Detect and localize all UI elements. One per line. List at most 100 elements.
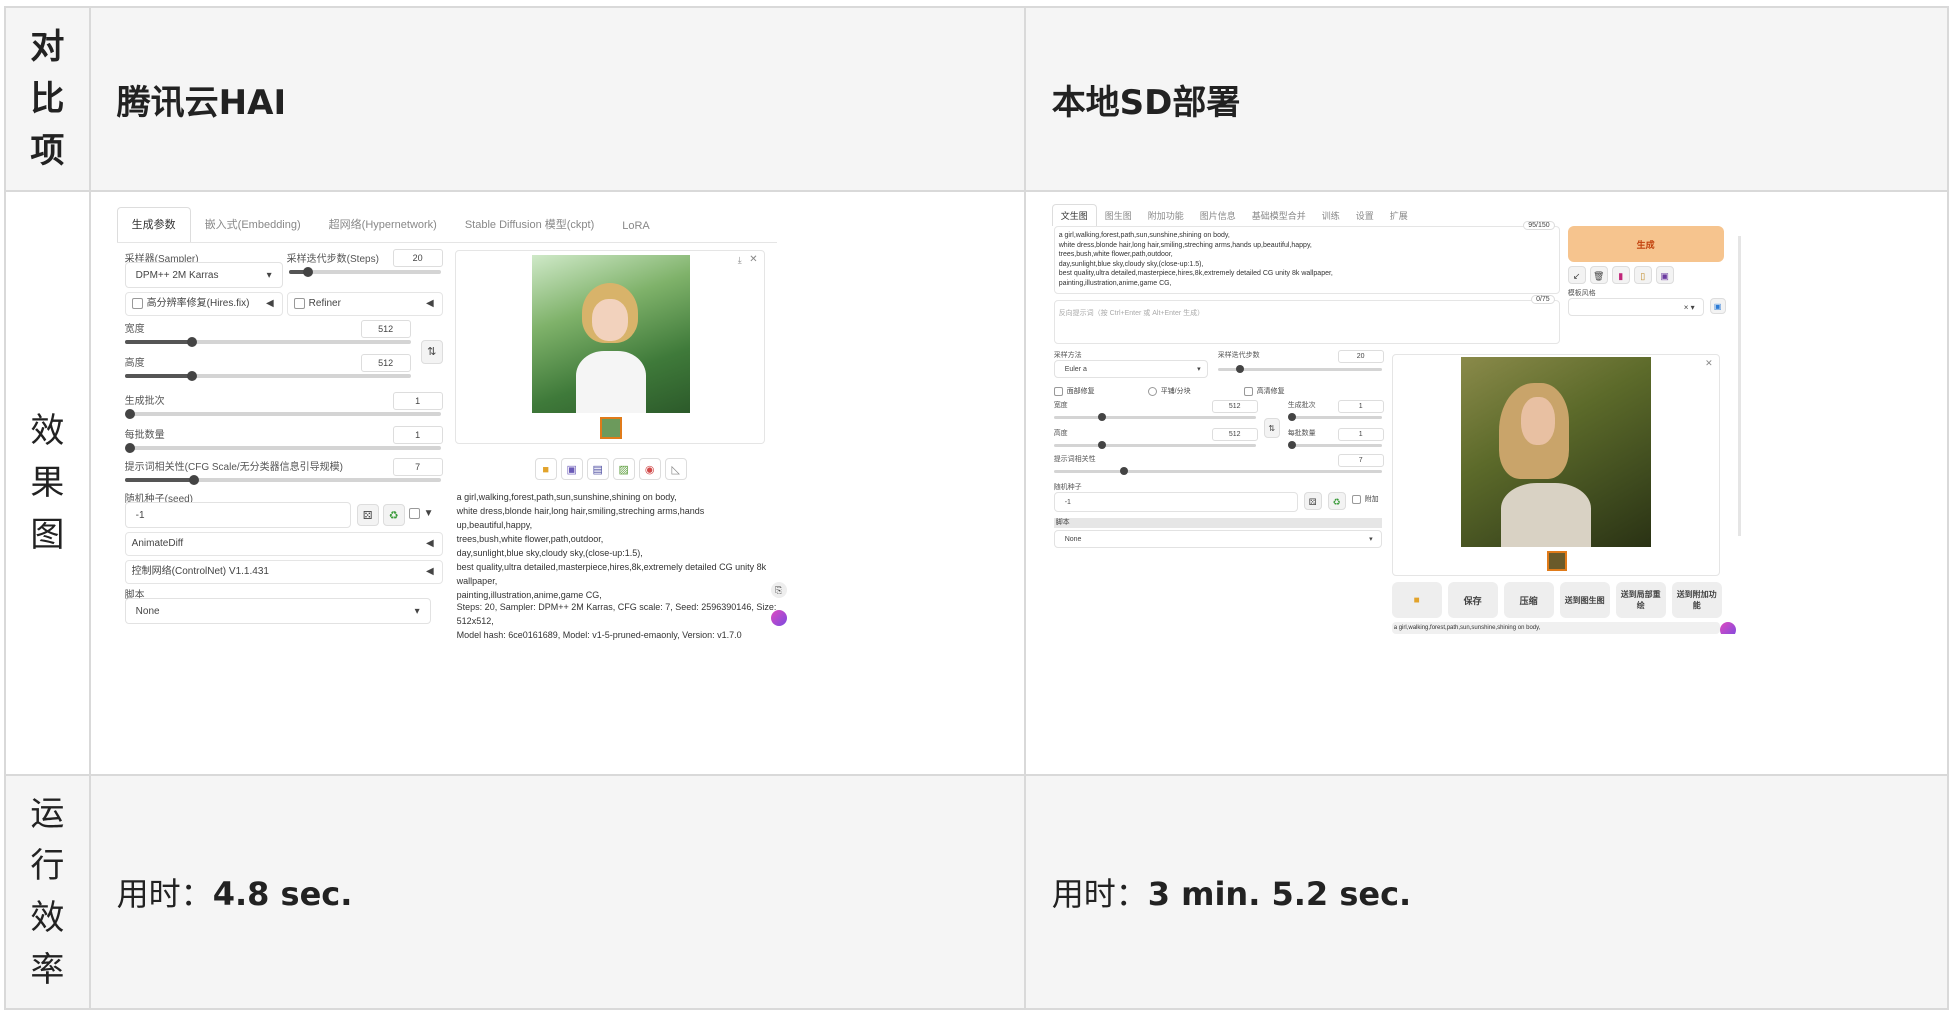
seed-input[interactable]: -1 <box>124 502 351 528</box>
script-select[interactable]: None ▾ <box>124 598 431 624</box>
animatediff-accordion[interactable]: AnimateDiff ◀ <box>124 532 443 556</box>
apply-style-button[interactable]: ▯ <box>1633 266 1652 284</box>
save-button[interactable]: ▣ <box>560 458 583 480</box>
recycle-button[interactable]: ♻ <box>1327 492 1346 510</box>
cfg-slider-knob[interactable] <box>1119 467 1128 475</box>
batch-count-slider[interactable] <box>1287 416 1382 419</box>
generated-image[interactable] <box>1460 357 1651 547</box>
send-to-extras-button[interactable]: ◺ <box>664 458 687 480</box>
extra-seed-toggle[interactable]: 附加 <box>1351 494 1379 504</box>
prompt-textarea[interactable]: a girl,walking,forest,path,sun,sunshine,… <box>1053 221 1560 294</box>
assistant-icon[interactable] <box>770 610 787 626</box>
steps-input[interactable]: 20 <box>392 249 443 267</box>
close-icon[interactable]: ✕ <box>1705 358 1713 369</box>
extra-networks-button[interactable]: ▮ <box>1611 266 1630 284</box>
zip-button[interactable]: 压缩 <box>1503 582 1554 618</box>
recycle-button[interactable]: ♻ <box>382 504 405 526</box>
batch-count-slider[interactable] <box>124 412 441 416</box>
width-slider-knob[interactable] <box>186 337 197 347</box>
thumbnail-image[interactable] <box>599 417 622 439</box>
send-to-inpaint-button[interactable]: 送到局部重绘 <box>1615 582 1666 618</box>
batch-size-slider[interactable] <box>1287 444 1382 447</box>
controlnet-accordion[interactable]: 控制网络(ControlNet) V1.1.431 ◀ <box>124 560 443 584</box>
hires-toggle[interactable]: 高清修复 <box>1243 386 1285 396</box>
send-to-img2img-button[interactable]: 送到图生图 <box>1559 582 1610 618</box>
steps-slider-knob[interactable] <box>302 267 313 277</box>
style-select[interactable]: × ▾ <box>1567 298 1704 316</box>
tab-hypernetwork[interactable]: 超网络(Hypernetwork) <box>315 216 451 242</box>
steps-input[interactable]: 20 <box>1337 350 1384 363</box>
tab-embedding[interactable]: 嵌入式(Embedding) <box>191 216 315 242</box>
height-slider-knob[interactable] <box>186 371 197 381</box>
face-restore-checkbox[interactable] <box>1053 386 1063 396</box>
width-input[interactable]: 512 <box>1211 400 1258 413</box>
swap-dimensions-button[interactable]: ⇅ <box>1263 418 1280 438</box>
batch-count-input[interactable]: 1 <box>1337 400 1384 413</box>
sampler-select[interactable]: DPM++ 2M Karras ▾ <box>124 262 283 288</box>
generate-button[interactable]: 生成 <box>1567 226 1724 262</box>
tiling-checkbox[interactable] <box>1147 386 1157 396</box>
steps-slider-knob[interactable] <box>1235 365 1244 373</box>
batch-count-slider-knob[interactable] <box>124 409 135 419</box>
tab-checkpoint[interactable]: Stable Diffusion 模型(ckpt) <box>451 216 608 242</box>
height-slider-knob[interactable] <box>1097 441 1106 449</box>
height-slider[interactable] <box>1053 444 1256 447</box>
assistant-icon[interactable] <box>1719 622 1736 634</box>
refiner-accordion[interactable]: Refiner ◀ <box>286 292 443 316</box>
scrollbar[interactable] <box>1737 236 1741 536</box>
download-icon[interactable]: ⤓ <box>738 255 742 266</box>
seed-input[interactable]: -1 <box>1053 492 1298 512</box>
swap-dimensions-button[interactable]: ⇅ <box>420 340 443 364</box>
dice-button[interactable]: ⚄ <box>356 504 379 526</box>
extra-seed-checkbox[interactable] <box>1351 494 1361 504</box>
hires-accordion[interactable]: 高分辨率修复(Hires.fix) ◀ <box>124 292 283 316</box>
tab-train[interactable]: 训练 <box>1314 209 1348 226</box>
hires-checkbox[interactable] <box>131 297 143 309</box>
cfg-slider-knob[interactable] <box>188 475 199 485</box>
tab-png-info[interactable]: 图片信息 <box>1192 209 1244 226</box>
batch-count-input[interactable]: 1 <box>392 392 443 410</box>
refresh-style-button[interactable]: ▣ <box>1709 298 1726 314</box>
tab-extensions[interactable]: 扩展 <box>1382 209 1416 226</box>
tab-extras[interactable]: 附加功能 <box>1140 209 1192 226</box>
width-input[interactable]: 512 <box>360 320 411 338</box>
send-to-inpaint-button[interactable]: ◉ <box>638 458 661 480</box>
hires-checkbox[interactable] <box>1243 386 1253 396</box>
extra-seed-checkbox[interactable] <box>408 508 420 519</box>
negative-prompt-textarea[interactable]: 反向提示词（按 Ctrl+Enter 或 Alt+Enter 生成） 0/75 <box>1053 295 1560 344</box>
height-input[interactable]: 512 <box>360 354 411 372</box>
open-folder-button[interactable]: ■ <box>1391 582 1442 618</box>
width-slider[interactable] <box>1053 416 1256 419</box>
open-folder-button[interactable]: ■ <box>534 458 557 480</box>
tiling-toggle[interactable]: 平铺/分块 <box>1147 386 1191 396</box>
zip-button[interactable]: ▤ <box>586 458 609 480</box>
refiner-checkbox[interactable] <box>293 297 305 309</box>
script-select[interactable]: None ▾ <box>1053 530 1382 548</box>
batch-size-slider-knob[interactable] <box>1287 441 1296 449</box>
save-style-button[interactable]: ▣ <box>1655 266 1674 284</box>
cfg-slider[interactable] <box>1053 470 1382 473</box>
tab-generate-params[interactable]: 生成参数 <box>116 207 191 242</box>
send-to-extras-button[interactable]: 送到附加功能 <box>1671 582 1722 618</box>
batch-size-input[interactable]: 1 <box>1337 428 1384 441</box>
batch-count-slider-knob[interactable] <box>1287 413 1296 421</box>
close-icon[interactable]: ✕ <box>749 254 757 265</box>
generated-image[interactable] <box>531 255 690 413</box>
cfg-input[interactable]: 7 <box>1337 454 1384 467</box>
tab-settings[interactable]: 设置 <box>1348 209 1382 226</box>
thumbnail-image[interactable] <box>1546 551 1567 571</box>
height-input[interactable]: 512 <box>1211 428 1258 441</box>
batch-size-input[interactable]: 1 <box>392 426 443 444</box>
clear-prompt-button[interactable]: 🗑 <box>1589 266 1608 284</box>
dice-button[interactable]: ⚄ <box>1303 492 1322 510</box>
tab-checkpoint-merger[interactable]: 基础模型合并 <box>1244 209 1314 226</box>
batch-size-slider[interactable] <box>124 446 441 450</box>
read-params-button[interactable]: ↙ <box>1567 266 1586 284</box>
save-button[interactable]: 保存 <box>1447 582 1498 618</box>
translate-icon[interactable]: ⎘ <box>770 582 787 598</box>
face-restore-toggle[interactable]: 面部修复 <box>1053 386 1095 396</box>
cfg-input[interactable]: 7 <box>392 458 443 476</box>
send-to-img2img-button[interactable]: ▨ <box>612 458 635 480</box>
sampler-select[interactable]: Euler a ▾ <box>1053 360 1208 378</box>
tab-lora[interactable]: LoRA <box>608 220 664 242</box>
